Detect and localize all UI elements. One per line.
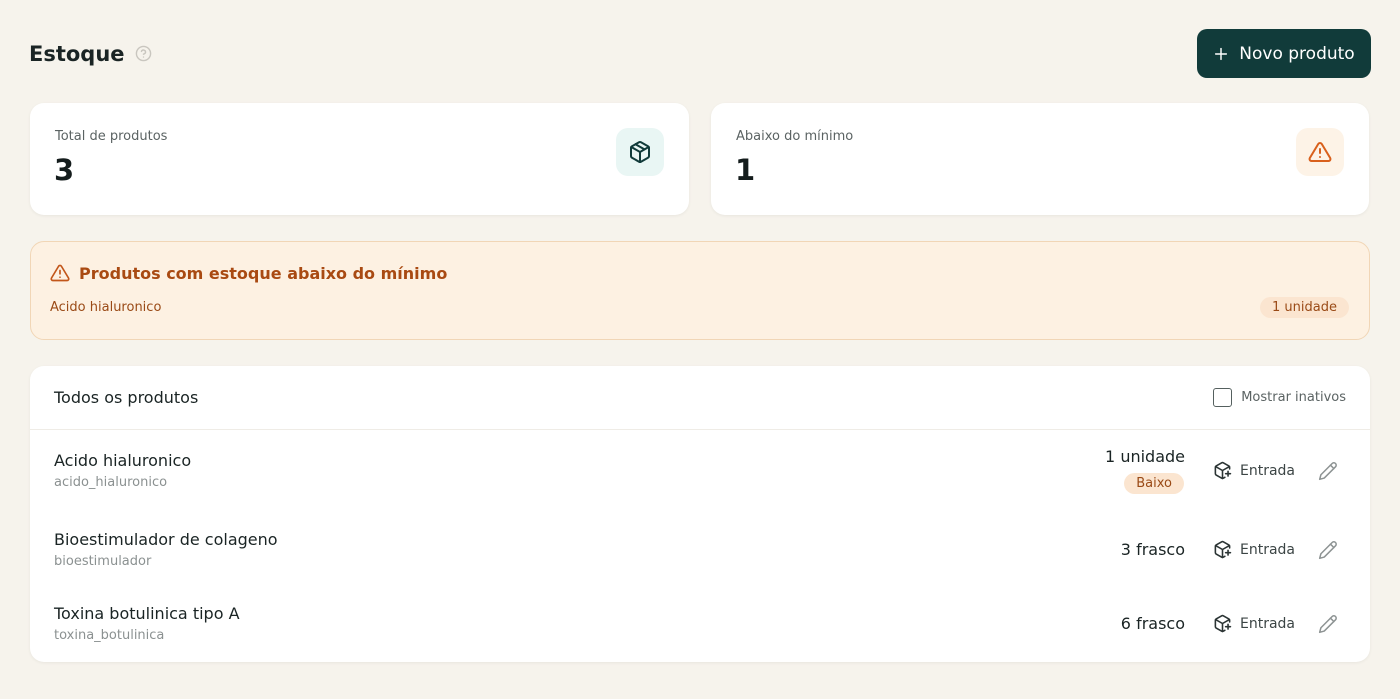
alert-title: Produtos com estoque abaixo do mínimo bbox=[79, 263, 448, 283]
product-slug: acido_hialuronico bbox=[54, 475, 168, 490]
low-stock-badge: Baixo bbox=[1124, 473, 1184, 494]
entry-button[interactable]: Entrada bbox=[1213, 540, 1295, 559]
table-row: Toxina botulinica tipo A toxina_botulini… bbox=[30, 585, 1370, 661]
pencil-icon[interactable] bbox=[1318, 614, 1338, 634]
stat-label: Abaixo do mínimo bbox=[736, 129, 854, 144]
show-inactive-checkbox[interactable] bbox=[1213, 388, 1233, 407]
page-header: Estoque Novo produto bbox=[29, 29, 1371, 78]
product-name: Acido hialuronico bbox=[54, 451, 192, 470]
stat-value: 3 bbox=[54, 153, 75, 187]
package-plus-icon bbox=[1213, 461, 1232, 480]
stat-label: Total de produtos bbox=[55, 129, 168, 144]
list-header: Todos os produtos Mostrar inativos bbox=[30, 366, 1370, 430]
warning-icon bbox=[50, 263, 70, 283]
warning-icon bbox=[1296, 128, 1344, 176]
table-row: Acido hialuronico acido_hialuronico 1 un… bbox=[30, 431, 1370, 509]
new-product-button[interactable]: Novo produto bbox=[1197, 29, 1371, 78]
product-quantity: 3 frasco bbox=[1120, 540, 1185, 559]
package-plus-icon bbox=[1213, 540, 1232, 559]
product-name: Bioestimulador de colageno bbox=[54, 530, 278, 549]
low-stock-alert: Produtos com estoque abaixo do mínimo Ac… bbox=[30, 241, 1370, 340]
products-list: Todos os produtos Mostrar inativos Acido… bbox=[30, 366, 1370, 662]
page-title: Estoque bbox=[29, 41, 125, 66]
entry-button[interactable]: Entrada bbox=[1213, 614, 1295, 633]
product-name: Toxina botulinica tipo A bbox=[54, 604, 240, 623]
new-product-label: Novo produto bbox=[1239, 43, 1355, 64]
alert-item-name: Acido hialuronico bbox=[50, 300, 162, 315]
entry-button[interactable]: Entrada bbox=[1213, 461, 1295, 480]
product-slug: bioestimulador bbox=[54, 554, 152, 569]
product-slug: toxina_botulinica bbox=[54, 628, 165, 643]
package-icon bbox=[616, 128, 664, 176]
stat-value: 1 bbox=[735, 153, 756, 187]
product-quantity: 6 frasco bbox=[1120, 614, 1185, 633]
stat-card-below-minimum: Abaixo do mínimo 1 bbox=[711, 103, 1369, 215]
pencil-icon[interactable] bbox=[1318, 540, 1338, 560]
alert-item-quantity-badge: 1 unidade bbox=[1260, 297, 1349, 318]
pencil-icon[interactable] bbox=[1318, 461, 1338, 481]
stat-card-total-products: Total de produtos 3 bbox=[30, 103, 689, 215]
package-plus-icon bbox=[1213, 614, 1232, 633]
show-inactive-toggle[interactable]: Mostrar inativos bbox=[1213, 388, 1346, 407]
entry-label: Entrada bbox=[1240, 462, 1296, 479]
title-group: Estoque bbox=[29, 42, 152, 66]
list-title: Todos os produtos bbox=[54, 388, 199, 407]
show-inactive-label: Mostrar inativos bbox=[1241, 390, 1346, 405]
help-icon[interactable] bbox=[135, 45, 152, 62]
entry-label: Entrada bbox=[1240, 541, 1296, 558]
alert-header: Produtos com estoque abaixo do mínimo bbox=[50, 263, 447, 283]
plus-icon bbox=[1213, 46, 1229, 62]
product-quantity: 1 unidade bbox=[1105, 447, 1185, 466]
entry-label: Entrada bbox=[1240, 615, 1296, 632]
table-row: Bioestimulador de colageno bioestimulado… bbox=[30, 509, 1370, 585]
